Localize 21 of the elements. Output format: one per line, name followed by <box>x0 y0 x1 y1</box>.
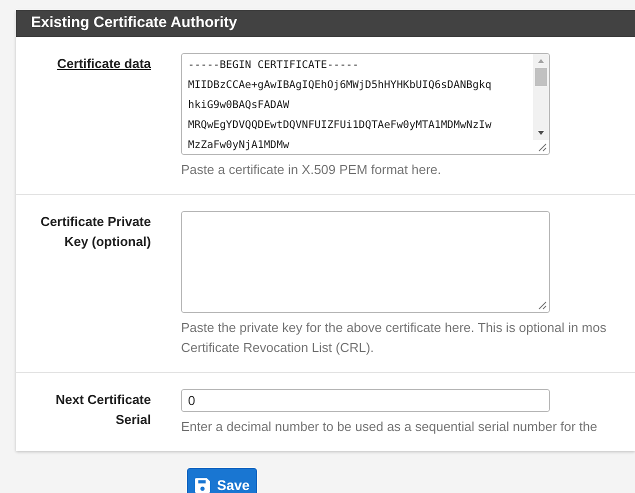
field-label: Certificate Private Key (optional) <box>39 213 151 251</box>
certificate-text-line: MRQwEgYDVQQDEwtDQVNFUIZFUi1DQTAeFw0yMTA1MDMwNzIw <box>188 118 492 133</box>
scrollbar[interactable] <box>533 54 549 140</box>
resize-grip-icon[interactable] <box>538 301 547 310</box>
certificate-text-line: -----BEGIN CERTIFICATE----- <box>188 58 359 73</box>
certificate-text-line: MIIDBzCCAe+gAwIBAgIQEhOj6MWjD5hHYHKbUIQ6sDANBgkq <box>188 78 492 93</box>
save-button[interactable]: Save <box>187 468 257 493</box>
input-field[interactable]: 0 <box>181 389 550 412</box>
field-label: Certificate data <box>56 55 151 73</box>
panel-title: Existing Certificate Authority <box>31 13 238 34</box>
scrollbar-thumb[interactable] <box>535 68 547 86</box>
certificate-text-line: hkiG9w0BAQsFADAW <box>188 98 290 113</box>
help-text: Paste the private key for the above certificate here. This is optional in mos <box>181 319 606 337</box>
certificate-text-line: MzZaFw0yNjA1MDMw <box>188 138 290 153</box>
text-area[interactable]: -----BEGIN CERTIFICATE----- MIIDBzCCAe+gAwIBAgIQEhOj6MWjD5hHYHKbUIQ6sDANBgkq hkiG9w0BAQsFADAW MRQwEgYDVQQDEwtDQVNFUIZFUi1DQTAeFw0yMTA1MDMwNzIw MzZaFw0yNjA1MDMw <box>181 53 550 155</box>
resize-grip-icon[interactable] <box>538 143 547 152</box>
help-text: Paste a certificate in X.509 PEM format here. <box>181 161 442 179</box>
help-text: Enter a decimal number to be used as a sequential serial number for the <box>181 418 598 436</box>
help-text: Certificate Revocation List (CRL). <box>181 339 374 357</box>
text-area[interactable] <box>181 211 550 313</box>
field-label: Next Certificate Serial <box>54 391 151 429</box>
